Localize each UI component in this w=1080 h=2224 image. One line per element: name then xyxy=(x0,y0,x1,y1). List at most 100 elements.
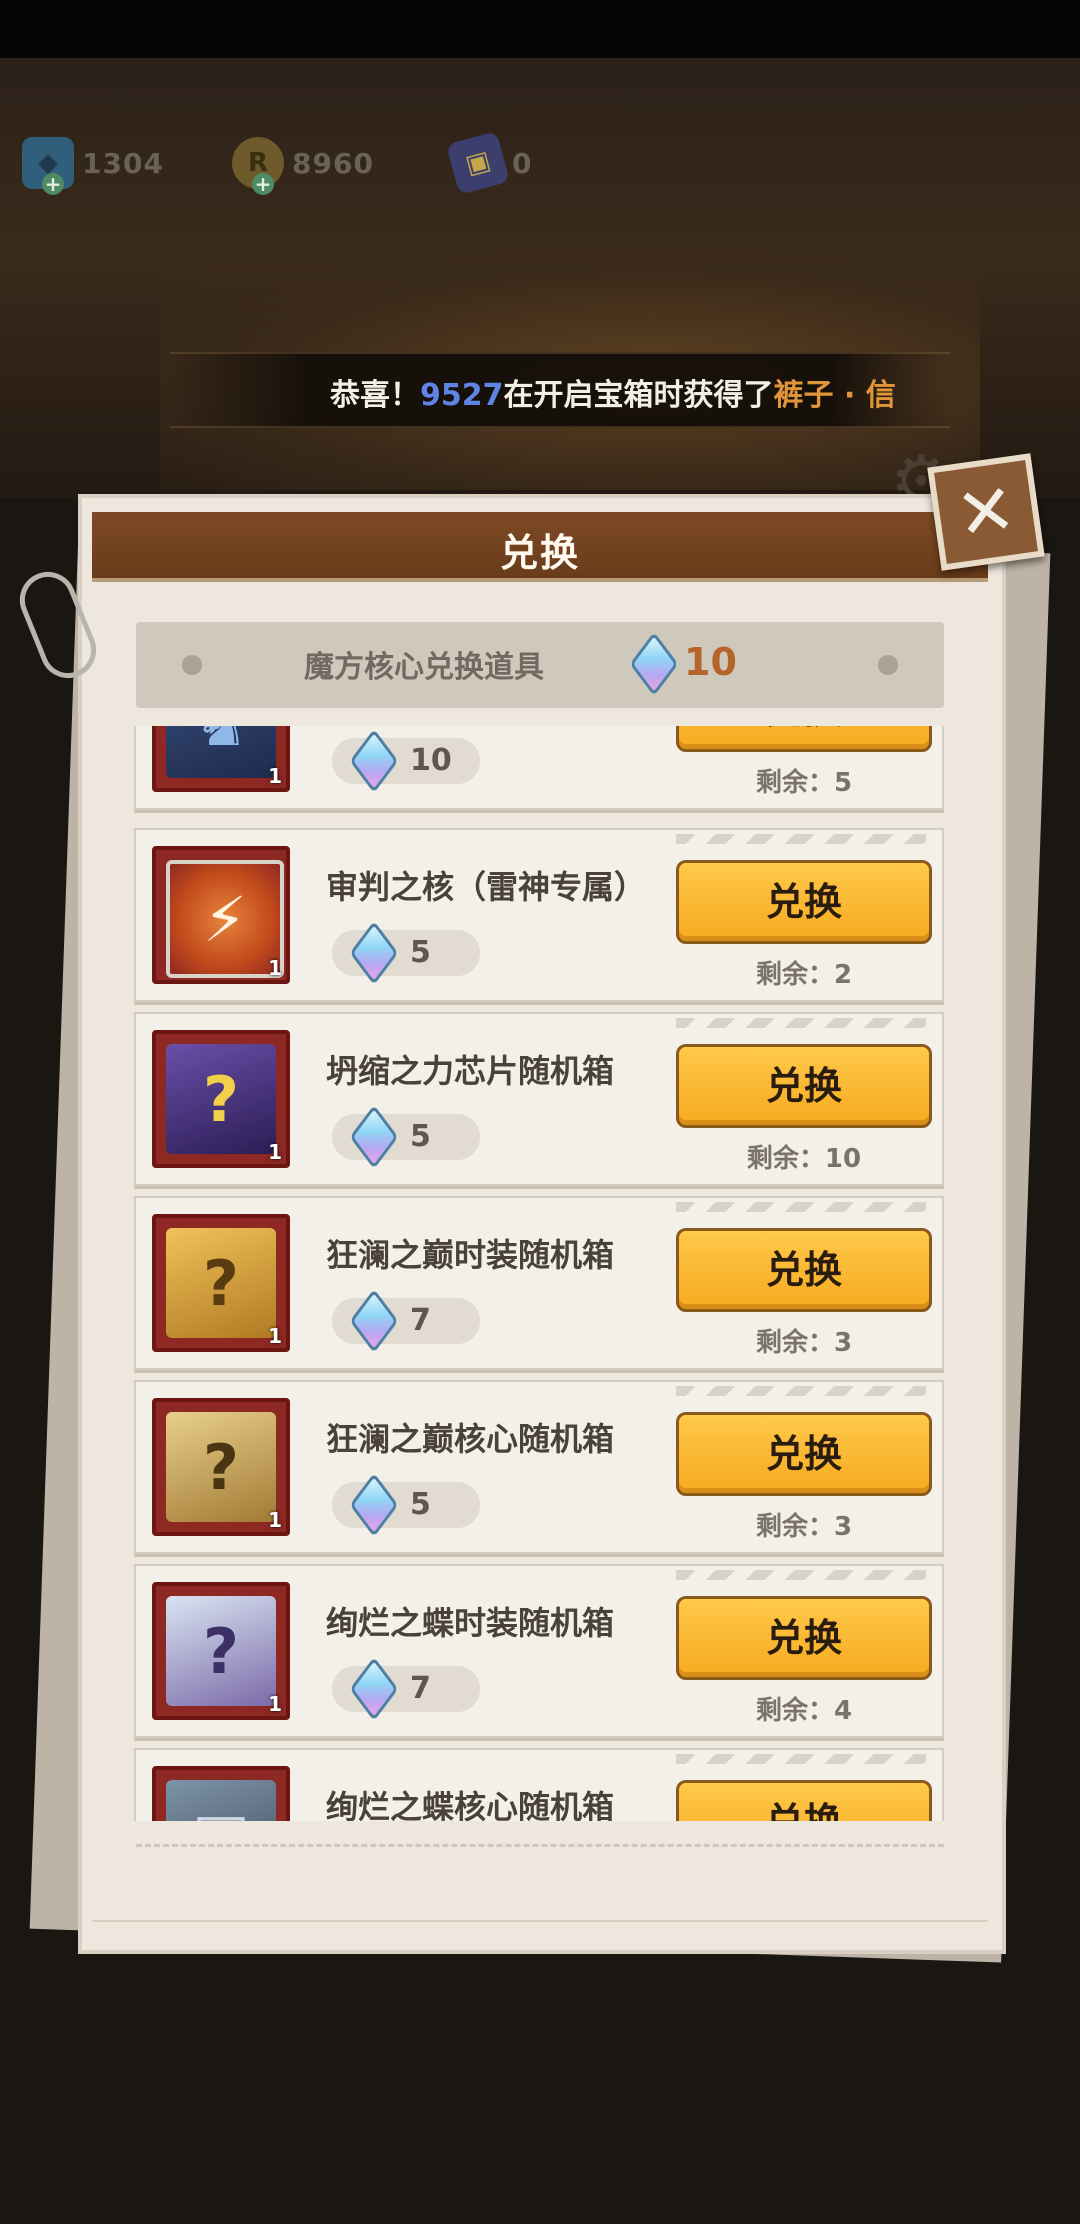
remaining-count: 剩余：4 xyxy=(755,1696,853,1726)
thunder-core-icon: ⚡ xyxy=(166,860,284,978)
magic-cube-icon xyxy=(348,737,396,785)
coin-count: 8960 xyxy=(292,146,374,180)
exchange-button[interactable]: 兑换 xyxy=(676,726,932,752)
coin-icon: R + xyxy=(232,137,284,195)
exchange-button[interactable]: 兑换 xyxy=(676,1228,932,1312)
ticker-prefix: 恭喜！ xyxy=(330,378,420,413)
magic-cube-icon xyxy=(628,640,676,688)
decor-stripe xyxy=(676,834,926,844)
item-icon-frame: ▣ xyxy=(152,1766,290,1821)
exchange-button[interactable]: 兑换 xyxy=(676,1596,932,1680)
resource-tickets[interactable]: ▣ 0 xyxy=(446,131,533,195)
currency-header: 魔方核心兑换道具 10 xyxy=(136,622,944,708)
decor-dot xyxy=(878,655,898,675)
item-name: 审判之核（雷神专属） xyxy=(326,868,647,906)
item-name: 绚烂之蝶核心随机箱 xyxy=(326,1788,615,1821)
item-cost: 7 xyxy=(332,1298,480,1344)
item-quantity: 1 xyxy=(268,764,282,788)
list-item: ▣ 绚烂之蝶核心随机箱 兑换 xyxy=(134,1748,944,1821)
dialog-header: 兑换 xyxy=(92,512,988,578)
decor-stripe xyxy=(676,1386,926,1396)
exchange-button[interactable]: 兑换 xyxy=(676,1780,932,1821)
magic-cube-icon xyxy=(348,1113,396,1161)
item-cost: 7 xyxy=(332,1666,480,1712)
list-item: ⚡ 1 审判之核（雷神专属） 5 兑换 剩余：2 xyxy=(134,828,944,1002)
mech-robot-icon: ♞ xyxy=(166,726,276,778)
decor-dot xyxy=(182,655,202,675)
dialog-title: 兑换 xyxy=(499,531,580,575)
item-cost-value: 7 xyxy=(410,1303,431,1338)
item-icon-frame: ♞ 1 xyxy=(152,726,290,792)
item-icon-frame: ? 1 xyxy=(152,1030,290,1168)
gold-mystery-box-icon: ? xyxy=(166,1228,276,1338)
remaining-count: 剩余：3 xyxy=(755,1328,853,1358)
gold-chest-icon: ? xyxy=(166,1412,276,1522)
exchange-button[interactable]: 兑换 xyxy=(676,860,932,944)
item-cost: 5 xyxy=(332,930,480,976)
item-cost-value: 5 xyxy=(410,1119,431,1154)
close-icon: ✕ xyxy=(951,467,1021,557)
list-divider xyxy=(136,1844,944,1847)
item-cost-value: 5 xyxy=(410,935,431,970)
item-quantity: 1 xyxy=(268,1508,282,1532)
remaining-count: 剩余：10 xyxy=(746,1144,862,1174)
dialog-footer xyxy=(92,1920,988,1930)
plus-icon[interactable]: + xyxy=(252,173,274,195)
item-quantity: 1 xyxy=(268,1140,282,1164)
ticker-user-id: 9527 xyxy=(420,378,504,413)
item-icon-frame: ? 1 xyxy=(152,1214,290,1352)
remaining-count: 剩余：5 xyxy=(755,768,853,798)
ticker-item: 裤子 · 信 xyxy=(773,378,896,413)
resource-coins[interactable]: R + 8960 xyxy=(232,137,374,195)
item-cost-value: 10 xyxy=(410,743,452,778)
item-cost-value: 7 xyxy=(410,1671,431,1706)
purple-mystery-box-icon: ? xyxy=(166,1044,276,1154)
item-quantity: 1 xyxy=(268,1692,282,1716)
magic-cube-icon xyxy=(348,929,396,977)
broadcast-ticker: 恭喜！9527在开启宝箱时获得了裤子 · 信 xyxy=(170,352,950,428)
item-cost-value: 5 xyxy=(410,1487,431,1522)
item-cost: 5 xyxy=(332,1114,480,1160)
item-cost: 5 xyxy=(332,1482,480,1528)
list-item: ? 1 狂澜之巅时装随机箱 7 兑换 剩余：3 xyxy=(134,1196,944,1370)
item-icon-frame: ? 1 xyxy=(152,1398,290,1536)
decor-stripe xyxy=(676,1754,926,1764)
resource-gems[interactable]: ◆ + 1304 xyxy=(22,137,164,195)
ticket-count: 0 xyxy=(512,146,533,180)
magic-cube-icon xyxy=(348,1297,396,1345)
ticket-icon: ▣ xyxy=(446,131,510,195)
list-item: ♞ 1 10 兑换 剩余：5 xyxy=(134,726,944,810)
ticker-middle: 在开启宝箱时获得了 xyxy=(503,378,774,413)
item-name: 坍缩之力芯片随机箱 xyxy=(326,1052,615,1090)
exchange-button[interactable]: 兑换 xyxy=(676,1044,932,1128)
magic-cube-icon xyxy=(348,1665,396,1713)
exchange-button[interactable]: 兑换 xyxy=(676,1412,932,1496)
decor-stripe xyxy=(676,1570,926,1580)
exchange-list[interactable]: ♞ 1 10 兑换 剩余：5 ⚡ 1 审判之核（雷神专属） 5 兑换 剩余：2 … xyxy=(132,726,950,1821)
decor-stripe xyxy=(676,1202,926,1212)
list-item: ? 1 狂澜之巅核心随机箱 5 兑换 剩余：3 xyxy=(134,1380,944,1554)
item-quantity: 1 xyxy=(268,1324,282,1348)
list-item: ? 1 坍缩之力芯片随机箱 5 兑换 剩余：10 xyxy=(134,1012,944,1186)
item-icon-frame: ⚡ 1 xyxy=(152,846,290,984)
item-cost: 10 xyxy=(332,738,480,784)
close-button[interactable]: ✕ xyxy=(927,453,1045,571)
decor-stripe xyxy=(676,1018,926,1028)
list-item: ? 1 绚烂之蝶时装随机箱 7 兑换 剩余：4 xyxy=(134,1564,944,1738)
currency-label: 魔方核心兑换道具 xyxy=(304,650,544,685)
ticker-message: 恭喜！9527在开启宝箱时获得了裤子 · 信 xyxy=(330,370,896,414)
butterfly-box-icon: ? xyxy=(166,1596,276,1706)
currency-balance: 10 xyxy=(684,640,737,684)
plus-icon[interactable]: + xyxy=(42,173,64,195)
gem-count: 1304 xyxy=(82,146,164,180)
remaining-count: 剩余：3 xyxy=(755,1512,853,1542)
steel-box-icon: ▣ xyxy=(166,1780,276,1821)
item-icon-frame: ? 1 xyxy=(152,1582,290,1720)
item-name: 绚烂之蝶时装随机箱 xyxy=(326,1604,615,1642)
gem-icon: ◆ + xyxy=(22,137,74,195)
magic-cube-icon xyxy=(348,1481,396,1529)
item-quantity: 1 xyxy=(268,956,282,980)
item-name: 狂澜之巅时装随机箱 xyxy=(326,1236,615,1274)
remaining-count: 剩余：2 xyxy=(755,960,853,990)
status-bar xyxy=(0,0,1080,58)
